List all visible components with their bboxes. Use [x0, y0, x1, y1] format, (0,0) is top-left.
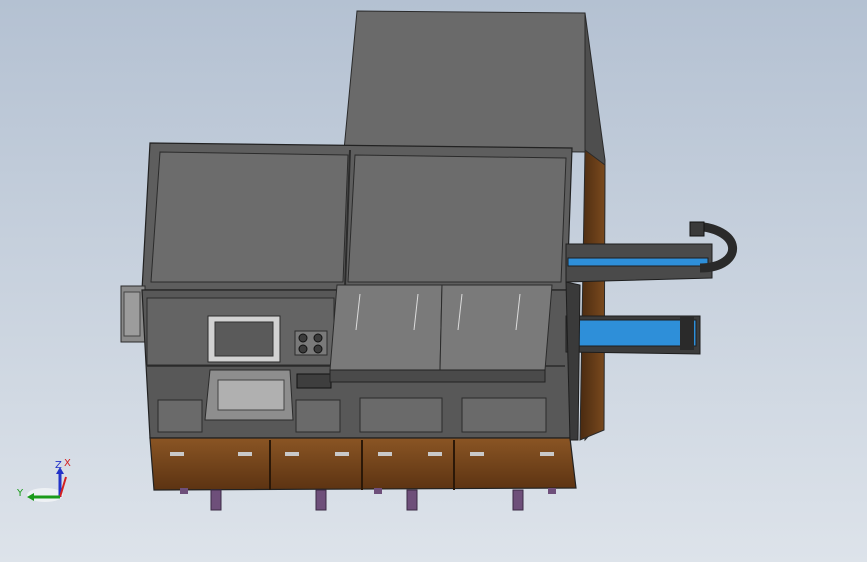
cabinet-base — [149, 437, 577, 491]
loading-tray — [204, 369, 294, 421]
cad-viewport[interactable]: X Z Y — [0, 0, 867, 562]
hmi-screen — [207, 315, 281, 363]
triad-label-x: X — [64, 458, 71, 469]
upper-housing — [141, 142, 573, 291]
triad-label-z: Z — [55, 460, 62, 471]
triad-label-y: Y — [16, 488, 24, 499]
side-junction-box — [120, 285, 146, 343]
model-drawing: X Z Y — [0, 0, 867, 562]
lower-linear-rail — [565, 315, 701, 355]
top-door-panels — [329, 284, 553, 383]
